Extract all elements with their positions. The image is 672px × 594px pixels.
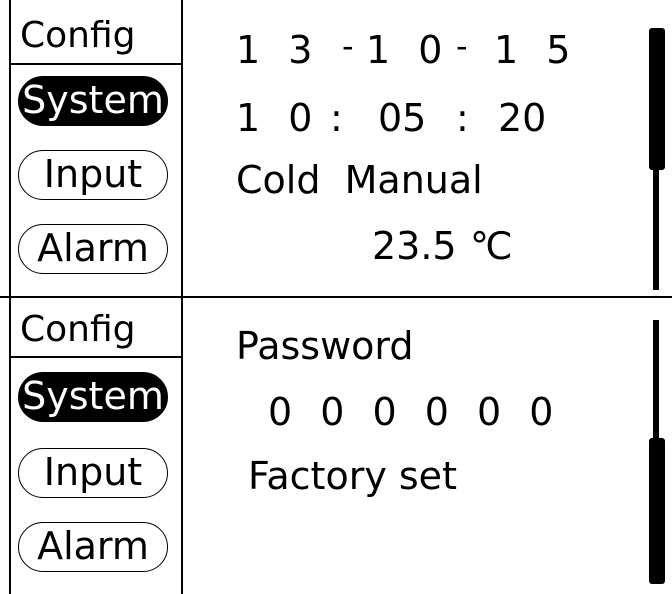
title-underline-top xyxy=(9,63,182,65)
temperature-value: 23.5 xyxy=(372,224,457,268)
scrollbar-thumb[interactable] xyxy=(649,438,665,584)
factory-set-option[interactable]: Factory set xyxy=(248,454,457,498)
scrollbar-thumb[interactable] xyxy=(649,28,665,170)
date-separator: - xyxy=(342,27,354,65)
sidebar-item-input[interactable]: Input xyxy=(18,448,168,498)
sidebar-item-input[interactable]: Input xyxy=(18,150,168,200)
sidebar-item-alarm[interactable]: Alarm xyxy=(18,224,168,274)
sidebar-title: Config xyxy=(20,15,136,56)
temperature-unit: ℃ xyxy=(470,224,513,268)
password-field[interactable]: 0 0 0 0 0 0 xyxy=(268,390,561,434)
date-separator: - xyxy=(456,27,468,65)
sidebar-item-system[interactable]: System xyxy=(18,76,168,126)
date-year[interactable]: 1 3 xyxy=(236,28,320,72)
date-month[interactable]: 1 0 xyxy=(366,28,450,72)
sidebar-item-system[interactable]: System xyxy=(18,372,168,422)
password-label: Password xyxy=(236,324,414,368)
title-underline-bottom xyxy=(9,356,182,358)
time-separator: : xyxy=(456,96,469,140)
date-day[interactable]: 1 5 xyxy=(494,28,578,72)
mode-label[interactable]: Cold Manual xyxy=(236,158,483,202)
time-separator: : xyxy=(330,96,343,140)
sidebar-title: Config xyxy=(20,309,136,350)
sidebar-item-alarm[interactable]: Alarm xyxy=(18,522,168,572)
panel-divider xyxy=(0,296,672,298)
time-second[interactable]: 20 xyxy=(498,96,546,140)
time-hour[interactable]: 1 0 xyxy=(236,96,320,140)
time-minute[interactable]: 05 xyxy=(378,96,426,140)
